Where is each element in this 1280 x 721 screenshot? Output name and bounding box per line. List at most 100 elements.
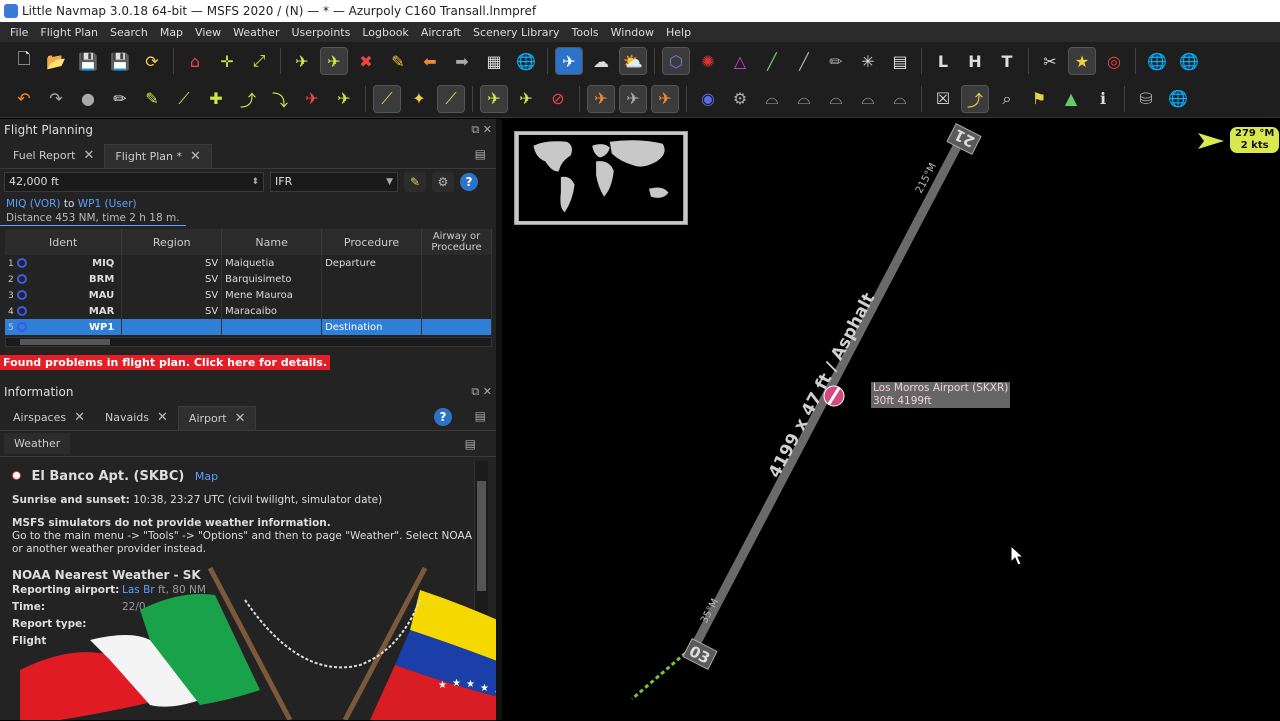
menu-logbook[interactable]: Logbook	[356, 26, 414, 39]
forward-arrow-icon[interactable]: ➡	[449, 48, 475, 74]
dock-buttons[interactable]: ⧉ ✕	[471, 119, 492, 141]
ndb-icon[interactable]: ⚙	[727, 86, 753, 112]
flag-icon[interactable]: ⚑	[1026, 86, 1052, 112]
waypoint-icon[interactable]: ⌓	[823, 86, 849, 112]
network-globe-2-icon[interactable]: 🌐	[1176, 48, 1202, 74]
airspace-icon[interactable]: ⬡	[662, 47, 690, 75]
airport-soft-icon[interactable]: ✈	[619, 84, 647, 113]
terrain-icon[interactable]: ▲	[1058, 86, 1084, 112]
column-header-name[interactable]: Name	[221, 229, 323, 255]
table-row[interactable]: 5 WP1 Destination	[5, 319, 492, 335]
vor-icon[interactable]: ◉	[695, 86, 721, 112]
add-position-icon[interactable]: ✛	[214, 48, 240, 74]
print-map-icon[interactable]: ▦	[481, 48, 507, 74]
close-search-icon[interactable]: ☒	[930, 86, 956, 112]
compass-rose-icon[interactable]: ✳	[855, 48, 881, 74]
restricted-airspace-icon[interactable]: ✺	[695, 48, 721, 74]
info-vertical-scrollbar[interactable]	[474, 461, 488, 701]
line-icon[interactable]: ╱	[759, 48, 785, 74]
menu-scenery-library[interactable]: Scenery Library	[467, 26, 566, 39]
table-row[interactable]: 3 MAU SV Mene Mauroa	[5, 287, 492, 303]
home-icon[interactable]: ⌂	[182, 48, 208, 74]
tab-menu-icon[interactable]: ▤	[475, 147, 486, 161]
target-icon[interactable]: ◎	[1101, 48, 1127, 74]
jet-airway-icon[interactable]: ⌓	[855, 86, 881, 112]
save-file-icon[interactable]: 💾	[75, 48, 101, 74]
back-arrow-icon[interactable]: ⬅	[417, 48, 443, 74]
help-icon[interactable]: ?	[460, 173, 478, 191]
menu-aircraft[interactable]: Aircraft	[415, 26, 467, 39]
triangle-icon[interactable]: △	[727, 48, 753, 74]
cruise-altitude-field[interactable]: 42,000 ft ⬍	[4, 172, 264, 192]
reporting-airport-link[interactable]: Las Br	[122, 584, 155, 596]
victor-airway-icon[interactable]: ⌓	[887, 86, 913, 112]
ruler-icon[interactable]: ╱	[791, 48, 817, 74]
column-header-ident[interactable]: Ident	[5, 229, 123, 255]
new-file-icon[interactable]: 🗋	[11, 48, 37, 74]
aircraft-center-icon[interactable]: ✈	[289, 48, 315, 74]
arrival-icon[interactable]: ✈	[331, 86, 357, 112]
database-icon[interactable]: ⛁	[1133, 86, 1159, 112]
redo-icon[interactable]: ↷	[43, 86, 69, 112]
flight-plan-problems-link[interactable]: Found problems in flight plan. Click her…	[0, 355, 331, 370]
sun-cloud-icon[interactable]: ⛅	[619, 47, 647, 75]
star-icon[interactable]: ★	[1068, 47, 1096, 75]
dock-buttons[interactable]: ⧉ ✕	[471, 381, 492, 403]
calculate-route-icon[interactable]: ✎	[404, 172, 426, 192]
globe-data-icon[interactable]: 🌐	[1165, 86, 1191, 112]
route-from-link[interactable]: MIQ (VOR)	[6, 198, 61, 210]
route-tools-icon[interactable]: ✂	[1037, 48, 1063, 74]
map-view[interactable]: 21 03 215°M 35°M 4199 x 47 ft / Asphalt …	[496, 119, 1280, 720]
route-vor-icon[interactable]: ⤴	[235, 86, 261, 112]
tab-flight-plan[interactable]: Flight Plan * ✕	[104, 144, 212, 168]
close-icon[interactable]: ✕	[83, 144, 94, 168]
menu-userpoints[interactable]: Userpoints	[285, 26, 356, 39]
menu-tools[interactable]: Tools	[566, 26, 605, 39]
airport-empty-icon[interactable]: ✈	[651, 84, 679, 113]
departure-icon[interactable]: ✈	[299, 86, 325, 112]
scrollbar-thumb[interactable]	[20, 339, 110, 345]
network-globe-icon[interactable]: 🌐	[1144, 48, 1170, 74]
table-horizontal-scrollbar[interactable]	[5, 337, 492, 347]
close-icon[interactable]: ✕	[190, 145, 201, 169]
direct-icon[interactable]: ⟋	[171, 86, 197, 112]
airport-tower-icon[interactable]: ✈	[587, 84, 615, 113]
ils-icon[interactable]: ⌓	[759, 86, 785, 112]
menu-flight-plan[interactable]: Flight Plan	[34, 26, 104, 39]
label-h-icon[interactable]: H	[962, 48, 988, 74]
table-row[interactable]: 1 MIQ SV Maiquetia Departure	[5, 255, 492, 271]
menu-file[interactable]: File	[4, 26, 34, 39]
airport-map-label[interactable]: Los Morros Airport (SKXR) 30ft 4199ft	[871, 382, 1011, 408]
tab-airspaces[interactable]: Airspaces ✕	[3, 406, 95, 430]
fit-route-icon[interactable]: ⤢	[246, 48, 272, 74]
remove-marks-icon[interactable]: ✖	[353, 48, 379, 74]
airport-symbol-icon[interactable]	[823, 385, 845, 407]
close-icon[interactable]: ✕	[157, 406, 168, 430]
menu-view[interactable]: View	[189, 26, 227, 39]
label-l-icon[interactable]: L	[930, 48, 956, 74]
table-row[interactable]: 2 BRM SV Barquisimeto	[5, 271, 492, 287]
edit-leg-icon[interactable]: ✎	[139, 86, 165, 112]
undo-icon[interactable]: ↶	[11, 86, 37, 112]
calculate-icon[interactable]: ●	[75, 86, 101, 112]
info-icon[interactable]: ℹ	[1090, 86, 1116, 112]
show-route-icon[interactable]: ⟋	[373, 84, 401, 113]
menu-search[interactable]: Search	[104, 26, 154, 39]
aircraft-follow-icon[interactable]: ✈	[320, 47, 348, 75]
show-ai-aircraft-icon[interactable]: ✈	[513, 86, 539, 112]
save-as-icon[interactable]: 💾	[107, 48, 133, 74]
menu-map[interactable]: Map	[154, 26, 189, 39]
close-icon[interactable]: ✕	[74, 406, 85, 430]
menu-weather[interactable]: Weather	[227, 26, 285, 39]
settings-icon[interactable]: ⚙	[432, 172, 454, 192]
route-airway-icon[interactable]: ⤵	[267, 86, 293, 112]
tab-navaids[interactable]: Navaids ✕	[95, 406, 178, 430]
open-file-icon[interactable]: 📂	[43, 48, 69, 74]
tab-menu-icon[interactable]: ▤	[475, 409, 486, 423]
flight-path-icon[interactable]: ⤴	[961, 84, 989, 113]
globe-icon[interactable]: 🌐	[513, 48, 539, 74]
pencil-icon[interactable]: ✏	[823, 48, 849, 74]
show-trail-icon[interactable]: ⟋	[437, 84, 465, 113]
label-t-icon[interactable]: T	[994, 48, 1020, 74]
weather-cloud-icon[interactable]: ☁	[588, 48, 614, 74]
